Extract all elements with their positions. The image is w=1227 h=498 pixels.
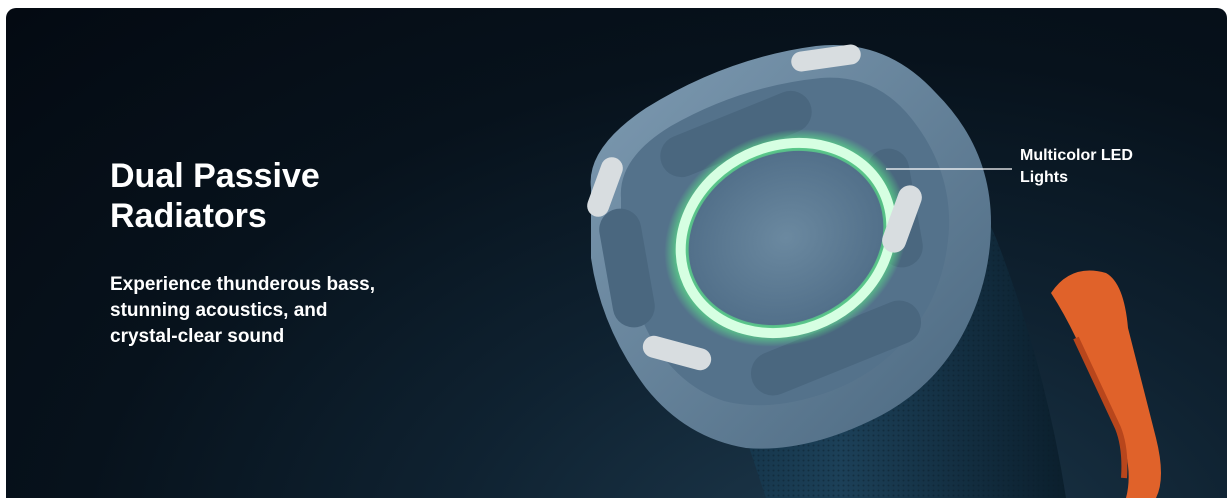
strap-shape: [1051, 270, 1161, 498]
feature-title: Dual Passive Radiators: [110, 157, 320, 235]
feature-text: Dual Passive Radiators Experience thunde…: [110, 156, 450, 350]
feature-banner: Dual Passive Radiators Experience thunde…: [6, 8, 1227, 498]
led-callout-label: Multicolor LED Lights: [1020, 147, 1133, 186]
feature-description: Experience thunderous bass, stunning aco…: [110, 274, 376, 347]
